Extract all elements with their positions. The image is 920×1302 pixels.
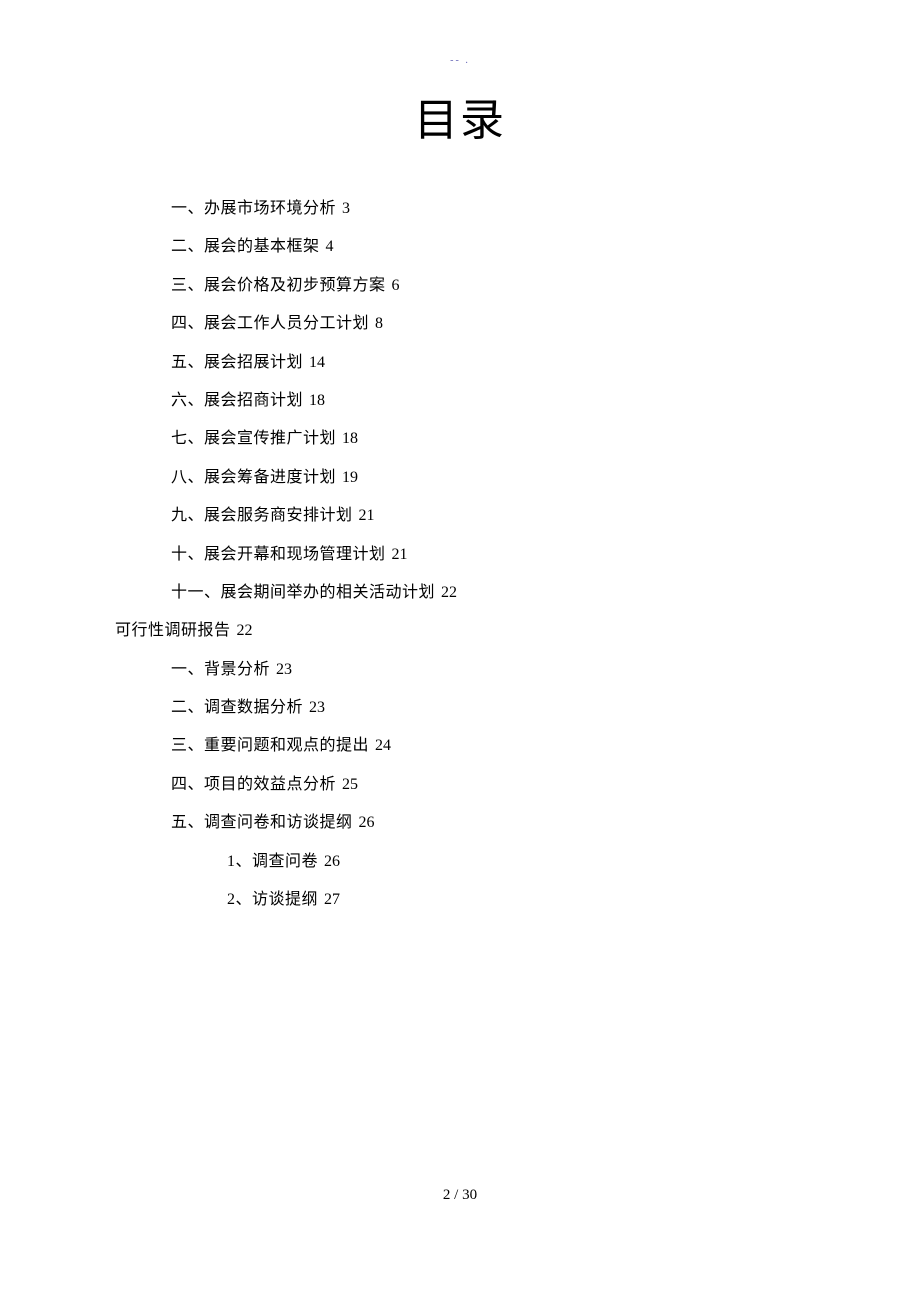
toc-item: 二、调查数据分析 23 [115, 697, 805, 719]
toc-item-page: 4 [326, 238, 334, 255]
toc-item-label: 可行性调研报告 [115, 622, 231, 639]
toc-item-page: 27 [324, 891, 340, 908]
page-separator: / [450, 1187, 462, 1203]
toc-item: 一、办展市场环境分析 3 [115, 198, 805, 220]
toc-item-label: 四、项目的效益点分析 [171, 776, 336, 793]
toc-item-label: 四、展会工作人员分工计划 [171, 315, 369, 332]
toc-item-page: 3 [342, 200, 350, 217]
toc-item: 一、背景分析 23 [115, 659, 805, 681]
toc-item: 1、调查问卷 26 [115, 851, 805, 873]
toc-item-page: 18 [309, 392, 325, 409]
toc-item: 三、展会价格及初步预算方案 6 [115, 275, 805, 297]
toc-item-page: 22 [237, 622, 253, 639]
toc-item: 四、展会工作人员分工计划 8 [115, 313, 805, 335]
toc-item-page: 6 [392, 277, 400, 294]
toc-list: 一、办展市场环境分析 3 二、展会的基本框架 4 三、展会价格及初步预算方案 6 四、… [115, 198, 805, 911]
toc-item: 八、展会筹备进度计划 19 [115, 467, 805, 489]
toc-item: 五、展会招展计划 14 [115, 352, 805, 374]
toc-item-page: 23 [276, 661, 292, 678]
toc-item: 四、项目的效益点分析 25 [115, 774, 805, 796]
toc-item-label: 五、展会招展计划 [171, 354, 303, 371]
page-title: 目录 [115, 84, 805, 148]
toc-item-label: 十、展会开幕和现场管理计划 [171, 546, 386, 563]
toc-item: 九、展会服务商安排计划 21 [115, 505, 805, 527]
toc-item-page: 22 [441, 584, 457, 601]
toc-item-label: 三、展会价格及初步预算方案 [171, 277, 386, 294]
toc-item-page: 26 [359, 814, 375, 831]
toc-item-page: 8 [375, 315, 383, 332]
toc-item-label: 十一、展会期间举办的相关活动计划 [171, 584, 435, 601]
page-total: 30 [462, 1187, 477, 1203]
toc-item: 六、展会招商计划 18 [115, 390, 805, 412]
toc-item-label: 八、展会筹备进度计划 [171, 469, 336, 486]
toc-item-page: 21 [359, 507, 375, 524]
toc-item-label: 1、调查问卷 [227, 853, 318, 870]
toc-item-label: 二、调查数据分析 [171, 699, 303, 716]
toc-item-label: 一、办展市场环境分析 [171, 200, 336, 217]
toc-item-label: 2、访谈提纲 [227, 891, 318, 908]
toc-item-label: 六、展会招商计划 [171, 392, 303, 409]
toc-item: 三、重要问题和观点的提出 24 [115, 735, 805, 757]
toc-item-page: 26 [324, 853, 340, 870]
toc-item: 可行性调研报告 22 [115, 620, 805, 642]
toc-item-label: 五、调查问卷和访谈提纲 [171, 814, 353, 831]
document-page: -- . 目录 一、办展市场环境分析 3 二、展会的基本框架 4 三、展会价格及初步… [0, 0, 920, 911]
toc-item-page: 19 [342, 469, 358, 486]
toc-item-page: 14 [309, 354, 325, 371]
toc-item: 十、展会开幕和现场管理计划 21 [115, 544, 805, 566]
toc-item: 十一、展会期间举办的相关活动计划 22 [115, 582, 805, 604]
toc-item-page: 21 [392, 546, 408, 563]
header-mark: -- . [115, 55, 805, 66]
page-footer: 2 / 30 [0, 1187, 920, 1204]
toc-item-label: 七、展会宣传推广计划 [171, 430, 336, 447]
toc-item-page: 23 [309, 699, 325, 716]
toc-item-label: 二、展会的基本框架 [171, 238, 320, 255]
toc-item: 2、访谈提纲 27 [115, 889, 805, 911]
toc-item-page: 18 [342, 430, 358, 447]
toc-item: 七、展会宣传推广计划 18 [115, 428, 805, 450]
toc-item-label: 一、背景分析 [171, 661, 270, 678]
toc-item-page: 24 [375, 737, 391, 754]
toc-item: 二、展会的基本框架 4 [115, 236, 805, 258]
toc-item: 五、调查问卷和访谈提纲 26 [115, 812, 805, 834]
toc-item-label: 三、重要问题和观点的提出 [171, 737, 369, 754]
toc-item-label: 九、展会服务商安排计划 [171, 507, 353, 524]
toc-item-page: 25 [342, 776, 358, 793]
